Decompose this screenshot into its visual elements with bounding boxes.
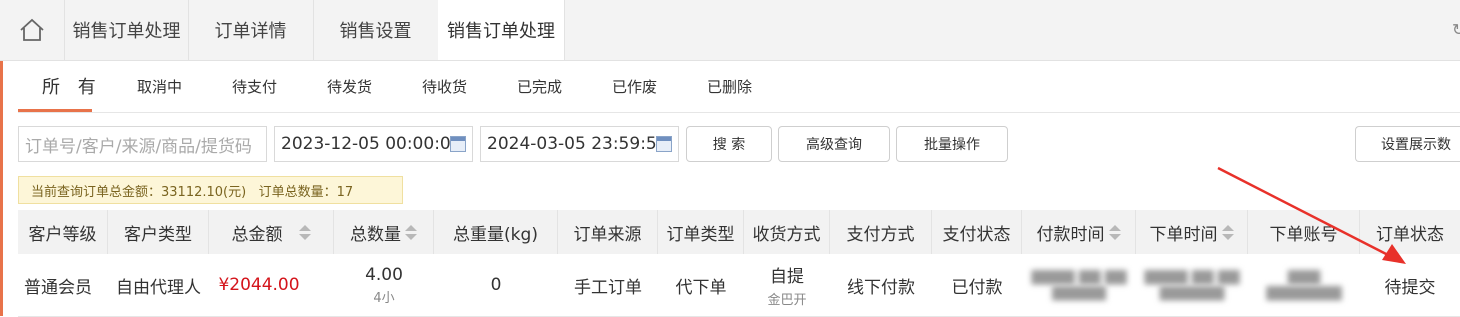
batch-operation-button[interactable]: 批量操作 <box>896 126 1008 162</box>
status-tab-pending-shipment[interactable]: 待发货 <box>327 60 372 112</box>
col-order-status[interactable]: 订单状态 <box>1360 210 1460 254</box>
status-tabs: 所 有 取消中 待支付 待发货 待收货 已完成 已作废 已删除 <box>18 60 1460 113</box>
col-payment-method[interactable]: 支付方式 <box>830 210 932 254</box>
col-order-time[interactable]: 下单时间 <box>1136 210 1248 254</box>
col-total-amount[interactable]: 总金额 <box>209 210 334 254</box>
col-payment-time[interactable]: 付款时间 <box>1022 210 1136 254</box>
display-settings-button[interactable]: 设置展示数 <box>1355 126 1460 162</box>
cell-order-time-redacted: ▇▇▇▇ ▇▇ ▇▇ ▇▇▇▇▇▇ <box>1144 269 1240 301</box>
calendar-icon[interactable] <box>450 136 466 152</box>
col-customer-type[interactable]: 客户类型 <box>108 210 209 254</box>
active-tab-underline <box>18 109 92 112</box>
cell-order-status: 待提交 <box>1384 277 1436 298</box>
table-row[interactable]: 普通会员 自由代理人 ¥2044.00 4.00 4小 0 手工订单 代下单 自提… <box>18 254 1460 317</box>
date-start-field[interactable]: 2023-12-05 00:00:00 <box>274 126 473 162</box>
home-icon <box>20 18 44 41</box>
col-order-type[interactable]: 订单类型 <box>658 210 744 254</box>
cell-payment-status: 已付款 <box>951 277 1003 298</box>
cell-total-weight: 0 <box>490 275 502 295</box>
cell-payment-method: 线下付款 <box>847 277 915 298</box>
status-tab-cancelling[interactable]: 取消中 <box>137 60 182 112</box>
sort-icon[interactable] <box>1108 224 1121 240</box>
calendar-icon[interactable] <box>656 136 672 152</box>
search-button[interactable]: 搜 索 <box>686 126 772 162</box>
cell-customer-level: 普通会员 <box>24 277 92 298</box>
cell-customer-type: 自由代理人 <box>116 277 201 298</box>
cell-total-amount: ¥2044.00 <box>218 275 300 295</box>
tab-order-detail[interactable]: 订单详情 <box>188 0 314 60</box>
top-tab-bar: 销售订单处理 订单详情 销售设置 销售订单处理 ↻ <box>0 0 1460 61</box>
col-total-quantity[interactable]: 总数量 <box>334 210 434 254</box>
status-tab-completed[interactable]: 已完成 <box>517 60 562 112</box>
status-tab-pending-receipt[interactable]: 待收货 <box>422 60 467 112</box>
status-tab-voided[interactable]: 已作废 <box>612 60 657 112</box>
advanced-query-button[interactable]: 高级查询 <box>778 126 890 162</box>
cell-total-quantity: 4.00 4小 <box>365 264 403 306</box>
cell-order-type: 代下单 <box>675 277 727 298</box>
sort-icon[interactable] <box>1221 224 1234 240</box>
cell-delivery-method: 自提 金巴开 <box>767 267 807 308</box>
sort-icon[interactable] <box>298 224 311 240</box>
col-customer-level[interactable]: 客户等级 <box>18 210 108 254</box>
table-header: 客户等级 客户类型 总金额 总数量 总重量(kg) 订单来源 订单类型 收货方式… <box>18 210 1460 254</box>
tab-sales-settings[interactable]: 销售设置 <box>313 0 439 60</box>
col-payment-status[interactable]: 支付状态 <box>932 210 1022 254</box>
status-tab-all[interactable]: 所 有 <box>42 60 102 112</box>
date-end-field[interactable]: 2024-03-05 23:59:59 <box>480 126 679 162</box>
query-summary: 当前查询订单总金额：33112.10(元) 订单总数量：17 <box>18 176 403 204</box>
cell-order-source: 手工订单 <box>574 277 642 298</box>
home-button[interactable] <box>0 0 65 60</box>
cell-order-account-redacted: ▇▇▇ ▇▇▇▇▇▇▇ <box>1266 269 1342 301</box>
left-accent-bar <box>0 60 3 316</box>
search-input[interactable]: 订单号/客户/来源/商品/提货码 <box>18 126 267 162</box>
tab-sales-order-processing-active[interactable]: 销售订单处理 <box>438 0 565 60</box>
refresh-icon[interactable]: ↻ <box>1452 20 1460 39</box>
tab-sales-order-processing[interactable]: 销售订单处理 <box>65 0 189 60</box>
col-order-source[interactable]: 订单来源 <box>558 210 658 254</box>
status-tab-pending-payment[interactable]: 待支付 <box>232 60 277 112</box>
sort-icon[interactable] <box>405 224 417 240</box>
cell-payment-time-redacted: ▇▇▇▇ ▇▇ ▇▇ ▇▇▇▇▇ <box>1031 269 1127 301</box>
status-tab-deleted[interactable]: 已删除 <box>707 60 752 112</box>
col-delivery-method[interactable]: 收货方式 <box>744 210 830 254</box>
col-total-weight[interactable]: 总重量(kg) <box>434 210 558 254</box>
col-order-account[interactable]: 下单账号 <box>1248 210 1360 254</box>
